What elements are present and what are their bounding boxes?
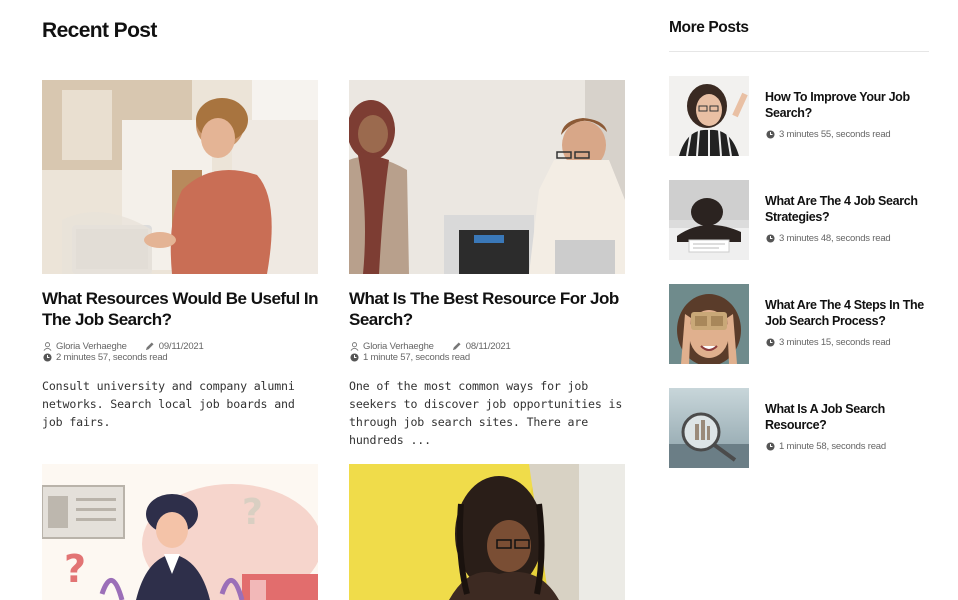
more-post-read-time: 3 minutes 48, seconds read	[779, 233, 891, 244]
clock-icon	[765, 442, 775, 452]
more-post-title[interactable]: What Is A Job Search Resource?	[765, 401, 929, 433]
pencil-icon	[452, 342, 462, 352]
post-author[interactable]: Gloria Verhaeghe	[363, 341, 434, 352]
clock-icon	[765, 338, 775, 348]
more-post-item[interactable]: What Are The 4 Steps In The Job Search P…	[669, 284, 929, 364]
post-excerpt: One of the most common ways for job seek…	[349, 379, 623, 447]
more-post-read-time: 1 minute 58, seconds read	[779, 441, 886, 452]
more-post-item[interactable]: What Is A Job Search Resource? 1 minute …	[669, 388, 929, 468]
post-title[interactable]: What Is The Best Resource For Job Search…	[349, 288, 625, 330]
user-icon	[42, 342, 52, 352]
user-icon	[349, 342, 359, 352]
more-post-thumbnail[interactable]	[669, 388, 749, 468]
post-title[interactable]: What Resources Would Be Useful In The Jo…	[42, 288, 319, 330]
post-card: What Resources Would Be Useful In The Jo…	[42, 80, 319, 431]
more-post-item[interactable]: What Are The 4 Job Search Strategies? 3 …	[669, 180, 929, 260]
post-author[interactable]: Gloria Verhaeghe	[56, 341, 127, 352]
more-post-read-time: 3 minutes 15, seconds read	[779, 337, 891, 348]
more-post-thumbnail[interactable]	[669, 284, 749, 364]
pencil-icon	[145, 342, 155, 352]
post-read-time: 2 minutes 57, seconds read	[56, 352, 168, 363]
post-image[interactable]: ? ?	[42, 464, 318, 600]
svg-text:?: ?	[64, 547, 86, 591]
more-post-thumbnail[interactable]	[669, 76, 749, 156]
post-image[interactable]	[42, 80, 318, 274]
more-post-title[interactable]: How To Improve Your Job Search?	[765, 89, 929, 121]
post-date: 09/11/2021	[158, 341, 204, 352]
more-post-item[interactable]: How To Improve Your Job Search? 3 minute…	[669, 76, 929, 156]
post-card: What Is The Best Resource For Job Search…	[349, 80, 625, 449]
clock-icon	[765, 234, 775, 244]
more-post-title[interactable]: What Are The 4 Job Search Strategies?	[765, 193, 929, 225]
more-posts-heading: More Posts	[669, 19, 749, 36]
recent-posts-heading: Recent Post	[42, 19, 157, 42]
svg-text:?: ?	[242, 492, 263, 533]
post-image[interactable]	[349, 80, 625, 274]
more-post-title[interactable]: What Are The 4 Steps In The Job Search P…	[765, 297, 929, 329]
post-read-time: 1 minute 57, seconds read	[363, 352, 470, 363]
post-card	[349, 464, 625, 600]
divider	[669, 51, 929, 52]
clock-icon	[349, 353, 359, 363]
more-post-thumbnail[interactable]	[669, 180, 749, 260]
post-excerpt: Consult university and company alumni ne…	[42, 379, 295, 429]
clock-icon	[42, 353, 52, 363]
post-card: ? ?	[42, 464, 318, 600]
post-meta: Gloria Verhaeghe 09/11/2021 2 minutes 57…	[42, 341, 318, 363]
post-date: 08/11/2021	[465, 341, 511, 352]
post-meta: Gloria Verhaeghe 08/11/2021 1 minute 57,…	[349, 341, 625, 363]
clock-icon	[765, 130, 775, 140]
more-post-read-time: 3 minutes 55, seconds read	[779, 129, 891, 140]
post-image[interactable]	[349, 464, 625, 600]
